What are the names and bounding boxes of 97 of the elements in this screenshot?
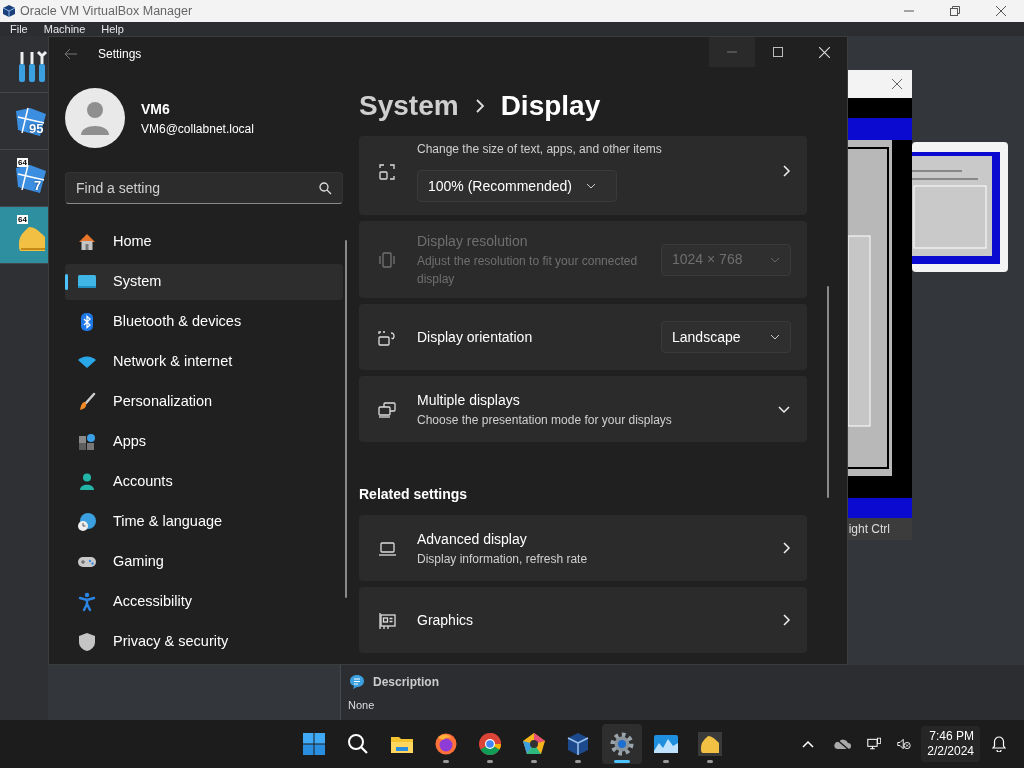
chevron-right-icon: [474, 98, 485, 114]
breadcrumb-item: Display: [500, 89, 601, 123]
setting-title: Multiple displays: [417, 390, 521, 410]
nav-item[interactable]: Home: [65, 224, 343, 260]
caret-icon: [770, 256, 780, 263]
pentagon-icon: [522, 732, 546, 756]
scale-icon: [377, 161, 397, 182]
restore-icon: [950, 6, 960, 16]
setting-title: Display orientation: [417, 327, 534, 347]
menu-item[interactable]: Help: [101, 22, 124, 36]
windows-logo-icon: [303, 733, 325, 755]
cube-icon: [2, 4, 16, 18]
graphics-card-icon: [377, 610, 397, 631]
maximize-icon: [773, 47, 783, 57]
setting-card[interactable]: Graphics: [359, 587, 807, 653]
setting-title: Display resolution: [417, 232, 529, 251]
search-field[interactable]: Find a setting: [65, 172, 343, 204]
windows-logo-icon: [14, 162, 48, 196]
paintbrush-icon: [77, 392, 97, 412]
vm-list-item[interactable]: 64: [0, 207, 48, 264]
nav-item[interactable]: System: [65, 264, 343, 300]
arch-badge: 64: [17, 215, 28, 224]
close-icon: [996, 6, 1006, 16]
mountains-icon: [654, 732, 678, 756]
nav-item[interactable]: Network & internet: [65, 344, 343, 380]
nav-item[interactable]: Apps: [65, 424, 343, 460]
globe-clock-icon: [77, 512, 97, 532]
setting-title: Advanced display: [417, 529, 528, 549]
window-title: Settings: [98, 45, 142, 63]
volume-muted-icon: [897, 736, 912, 752]
scrollbar[interactable]: [345, 240, 347, 598]
setting-card[interactable]: Advanced display Display information, refresh rate: [359, 515, 807, 581]
bell-icon: [992, 736, 1006, 752]
selection-indicator: [65, 274, 68, 290]
cube-icon: [566, 732, 590, 756]
version-label: 7: [34, 177, 42, 195]
close-icon: [818, 46, 830, 58]
chevron-down-icon[interactable]: [777, 404, 791, 414]
section-heading: Description: [373, 674, 439, 691]
caret-icon: [585, 183, 596, 189]
setting-description: Display information, refresh rate: [417, 550, 589, 568]
clock-button[interactable]: 7:46 PM 2/2/2024: [921, 726, 980, 762]
scrollbar[interactable]: [827, 286, 829, 498]
close-icon: [892, 79, 902, 89]
nav-item[interactable]: Accounts: [65, 464, 343, 500]
windows-logo-icon: [14, 105, 48, 139]
person-icon: [77, 472, 97, 492]
user-email: VM6@collabnet.local: [141, 120, 254, 138]
fox-globe-icon: [434, 732, 458, 756]
two-screens-icon: [377, 399, 397, 420]
cloud-shape-icon: [698, 732, 722, 756]
chevron-right-icon[interactable]: [782, 613, 791, 627]
speech-bubble-icon: [349, 674, 365, 690]
network-icon: [867, 736, 882, 752]
section-heading: Related settings: [359, 485, 469, 504]
setting-card[interactable]: Display orientation Landscape: [359, 304, 807, 370]
nav-item[interactable]: Time & language: [65, 504, 343, 540]
gear-icon: [610, 732, 634, 756]
breadcrumb-item[interactable]: System: [359, 88, 459, 124]
user-name: VM6: [141, 99, 171, 119]
home-icon: [77, 232, 97, 252]
nav-item[interactable]: Personalization: [65, 384, 343, 420]
shield-icon: [77, 632, 97, 652]
caret-icon: [770, 334, 780, 340]
accessibility-icon: [77, 592, 97, 612]
tools-icon[interactable]: [17, 50, 48, 84]
detail-value: None: [347, 698, 376, 713]
chevron-up-icon: [802, 740, 815, 748]
chevron-right-icon[interactable]: [782, 541, 791, 555]
arch-badge: 64: [17, 158, 28, 167]
search-icon: [319, 182, 332, 195]
status-text: ight Ctrl: [848, 521, 890, 538]
menu-item[interactable]: Machine: [43, 22, 86, 36]
menu-item[interactable]: File: [10, 22, 28, 36]
nav-item[interactable]: Privacy & security: [65, 624, 343, 660]
search-icon: [347, 733, 369, 755]
chrome-like-icon: [478, 732, 502, 756]
setting-title: Graphics: [417, 610, 475, 630]
cloud-off-icon: [833, 737, 852, 751]
nav-item[interactable]: Accessibility: [65, 584, 343, 620]
setting-card[interactable]: Change the size of text, apps, and other items 100% (Recommended): [359, 136, 807, 215]
dropdown[interactable]: Landscape: [661, 321, 791, 353]
nav-item[interactable]: Bluetooth & devices: [65, 304, 343, 340]
apps-icon: [77, 432, 97, 452]
version-label: 95: [29, 120, 44, 138]
chevron-right-icon[interactable]: [782, 164, 791, 178]
resolution-icon: [377, 250, 397, 271]
person-silhouette-icon: [80, 101, 110, 135]
setting-description: Adjust the resolution to fit your connected display: [417, 253, 639, 288]
setting-card[interactable]: Multiple displays Choose the presentation mode for your displays: [359, 376, 807, 442]
window-title: Oracle VM VirtualBox Manager: [20, 2, 193, 20]
setting-description: Change the size of text, apps, and other items: [417, 141, 663, 158]
dropdown[interactable]: 100% (Recommended): [417, 170, 617, 202]
nav-item[interactable]: Gaming: [65, 544, 343, 580]
back-arrow-icon: [64, 47, 78, 60]
setting-description: Choose the presentation mode for your displays: [417, 411, 673, 429]
taskbar-app[interactable]: [602, 724, 642, 764]
